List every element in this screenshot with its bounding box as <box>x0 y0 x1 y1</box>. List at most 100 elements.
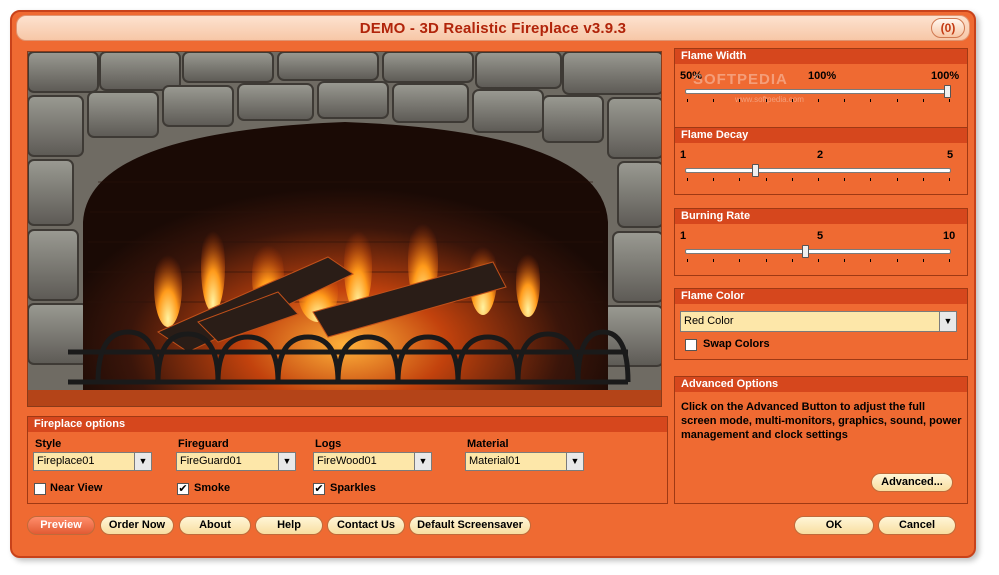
slider-tick <box>922 178 924 181</box>
flame-decay-max: 5 <box>947 149 954 161</box>
slider-tick <box>791 99 793 102</box>
slider-tick <box>922 259 924 262</box>
burning-rate-min: 1 <box>680 230 687 242</box>
flame-color-select[interactable]: Red Color ▼ <box>680 311 957 332</box>
slider-tick <box>818 178 819 181</box>
cancel-button[interactable]: Cancel <box>878 516 956 535</box>
about-button[interactable]: About <box>179 516 251 535</box>
fireplace-options-panel: Fireplace options Style Fireplace01 ▼ Fi… <box>27 416 668 504</box>
style-select-value: Fireplace01 <box>37 455 95 467</box>
flame-decay-header: Flame Decay <box>675 128 967 143</box>
fireplace-options-header: Fireplace options <box>28 417 667 432</box>
softpedia-watermark: SOFTPEDIA <box>693 71 788 88</box>
sparkles-label[interactable]: Sparkles <box>330 482 376 494</box>
logs-select[interactable]: FireWood01 ▼ <box>313 452 432 471</box>
check-icon: ✔ <box>178 483 188 495</box>
help-button[interactable]: Help <box>255 516 323 535</box>
softpedia-url-watermark: www.softpedia.com <box>735 95 804 104</box>
burning-rate-panel: Burning Rate 1 5 10 <box>674 208 968 276</box>
slider-tick <box>791 178 793 181</box>
slider-tick <box>870 178 872 181</box>
near-view-checkbox[interactable] <box>34 483 46 495</box>
flame-color-header: Flame Color <box>675 289 967 304</box>
style-select[interactable]: Fireplace01 ▼ <box>33 452 152 471</box>
slider-tick <box>949 178 950 181</box>
advanced-button[interactable]: Advanced... <box>871 473 953 492</box>
chevron-down-icon[interactable]: ▼ <box>939 312 956 331</box>
swap-colors-label[interactable]: Swap Colors <box>703 338 770 350</box>
contact-us-button[interactable]: Contact Us <box>327 516 405 535</box>
burning-rate-header: Burning Rate <box>675 209 967 224</box>
app-window: DEMO - 3D Realistic Fireplace v3.9.3 (0) <box>10 10 976 558</box>
slider-tick <box>739 99 741 102</box>
flame-decay-mid: 2 <box>817 149 824 161</box>
fireguard-select-value: FireGuard01 <box>180 455 242 467</box>
burning-rate-max: 10 <box>943 230 956 242</box>
slider-tick <box>844 99 846 102</box>
material-label: Material <box>467 438 509 450</box>
style-label: Style <box>35 438 62 450</box>
slider-tick <box>818 99 819 102</box>
slider-tick <box>791 259 793 262</box>
burning-rate-track[interactable] <box>685 249 951 254</box>
slider-tick <box>870 259 872 262</box>
flame-width-track[interactable] <box>685 89 951 94</box>
slider-tick <box>844 259 846 262</box>
window-title: DEMO - 3D Realistic Fireplace v3.9.3 <box>359 20 627 37</box>
title-bar[interactable]: DEMO - 3D Realistic Fireplace v3.9.3 (0) <box>16 15 970 41</box>
slider-tick <box>765 259 767 262</box>
preview-button[interactable]: Preview <box>27 516 95 535</box>
chevron-down-icon[interactable]: ▼ <box>566 453 583 470</box>
slider-tick <box>922 99 924 102</box>
slider-tick <box>713 178 715 181</box>
flame-width-header: Flame Width <box>675 49 967 64</box>
chevron-down-icon[interactable]: ▼ <box>134 453 151 470</box>
smoke-label[interactable]: Smoke <box>194 482 230 494</box>
slider-tick <box>949 99 950 102</box>
slider-tick <box>765 178 767 181</box>
ok-button[interactable]: OK <box>794 516 874 535</box>
order-now-button[interactable]: Order Now <box>100 516 174 535</box>
slider-tick <box>870 99 872 102</box>
default-screensaver-button[interactable]: Default Screensaver <box>409 516 531 535</box>
flame-width-thumb[interactable] <box>944 85 951 98</box>
flame-decay-panel: Flame Decay 1 2 5 <box>674 127 968 195</box>
slider-tick <box>687 99 688 102</box>
flame-decay-thumb[interactable] <box>752 164 760 177</box>
advanced-options-description: Click on the Advanced Button to adjust t… <box>681 401 962 441</box>
sparkles-checkbox[interactable]: ✔ <box>313 483 325 495</box>
fireplace-image <box>28 52 661 406</box>
close-button[interactable]: (0) <box>931 18 965 38</box>
flame-width-panel: Flame Width 50% 100% 100% SOFTPEDIA www.… <box>674 48 968 130</box>
check-icon: ✔ <box>314 483 324 495</box>
slider-tick <box>739 259 741 262</box>
smoke-checkbox[interactable]: ✔ <box>177 483 189 495</box>
flame-width-max: 100% <box>931 70 960 82</box>
flame-decay-track[interactable] <box>685 168 951 173</box>
flame-decay-min: 1 <box>680 149 687 161</box>
logs-select-value: FireWood01 <box>317 455 377 467</box>
slider-tick <box>844 178 846 181</box>
fireguard-label: Fireguard <box>178 438 229 450</box>
chevron-down-icon[interactable]: ▼ <box>278 453 295 470</box>
burning-rate-mid: 5 <box>817 230 824 242</box>
slider-tick <box>687 259 688 262</box>
slider-tick <box>949 259 950 262</box>
slider-tick <box>818 259 819 262</box>
slider-tick <box>713 259 715 262</box>
near-view-label[interactable]: Near View <box>50 482 102 494</box>
material-select[interactable]: Material01 ▼ <box>465 452 584 471</box>
swap-colors-checkbox[interactable] <box>685 339 697 351</box>
slider-tick <box>713 99 715 102</box>
fireguard-select[interactable]: FireGuard01 ▼ <box>176 452 296 471</box>
flame-color-panel: Flame Color Red Color ▼ Swap Colors <box>674 288 968 360</box>
burning-rate-thumb[interactable] <box>801 245 809 258</box>
slider-tick <box>896 99 898 102</box>
flame-width-mid: 100% <box>808 70 837 82</box>
logs-label: Logs <box>315 438 342 450</box>
advanced-options-header: Advanced Options <box>675 377 967 392</box>
chevron-down-icon[interactable]: ▼ <box>414 453 431 470</box>
slider-tick <box>896 259 898 262</box>
flame-color-select-value: Red Color <box>684 315 734 327</box>
advanced-options-panel: Advanced Options Click on the Advanced B… <box>674 376 968 504</box>
